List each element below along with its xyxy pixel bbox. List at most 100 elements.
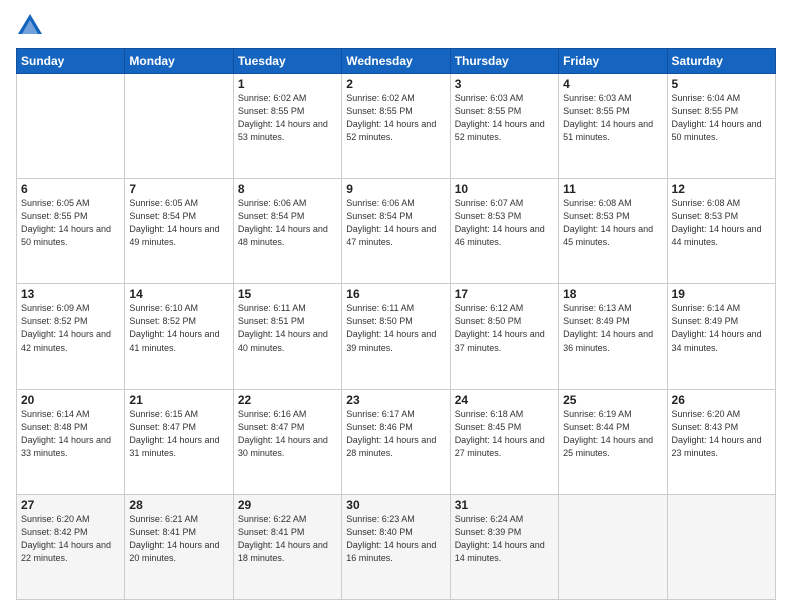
calendar-cell: 25Sunrise: 6:19 AMSunset: 8:44 PMDayligh… (559, 389, 667, 494)
day-number: 10 (455, 182, 554, 196)
day-info: Sunrise: 6:02 AMSunset: 8:55 PMDaylight:… (346, 92, 445, 144)
day-number: 16 (346, 287, 445, 301)
day-number: 17 (455, 287, 554, 301)
calendar-cell: 24Sunrise: 6:18 AMSunset: 8:45 PMDayligh… (450, 389, 558, 494)
day-number: 5 (672, 77, 771, 91)
logo (16, 12, 48, 40)
calendar-cell: 1Sunrise: 6:02 AMSunset: 8:55 PMDaylight… (233, 74, 341, 179)
day-info: Sunrise: 6:08 AMSunset: 8:53 PMDaylight:… (672, 197, 771, 249)
day-number: 22 (238, 393, 337, 407)
day-number: 15 (238, 287, 337, 301)
day-info: Sunrise: 6:13 AMSunset: 8:49 PMDaylight:… (563, 302, 662, 354)
day-info: Sunrise: 6:22 AMSunset: 8:41 PMDaylight:… (238, 513, 337, 565)
calendar-table: SundayMondayTuesdayWednesdayThursdayFrid… (16, 48, 776, 600)
week-row-4: 20Sunrise: 6:14 AMSunset: 8:48 PMDayligh… (17, 389, 776, 494)
day-info: Sunrise: 6:19 AMSunset: 8:44 PMDaylight:… (563, 408, 662, 460)
calendar-cell: 13Sunrise: 6:09 AMSunset: 8:52 PMDayligh… (17, 284, 125, 389)
day-info: Sunrise: 6:20 AMSunset: 8:42 PMDaylight:… (21, 513, 120, 565)
calendar-cell: 20Sunrise: 6:14 AMSunset: 8:48 PMDayligh… (17, 389, 125, 494)
weekday-header-row: SundayMondayTuesdayWednesdayThursdayFrid… (17, 49, 776, 74)
calendar-cell: 6Sunrise: 6:05 AMSunset: 8:55 PMDaylight… (17, 179, 125, 284)
day-number: 23 (346, 393, 445, 407)
day-number: 21 (129, 393, 228, 407)
calendar-cell: 18Sunrise: 6:13 AMSunset: 8:49 PMDayligh… (559, 284, 667, 389)
day-info: Sunrise: 6:03 AMSunset: 8:55 PMDaylight:… (455, 92, 554, 144)
week-row-5: 27Sunrise: 6:20 AMSunset: 8:42 PMDayligh… (17, 494, 776, 599)
calendar-cell: 11Sunrise: 6:08 AMSunset: 8:53 PMDayligh… (559, 179, 667, 284)
calendar-cell (17, 74, 125, 179)
calendar-cell: 23Sunrise: 6:17 AMSunset: 8:46 PMDayligh… (342, 389, 450, 494)
day-number: 13 (21, 287, 120, 301)
calendar-cell: 17Sunrise: 6:12 AMSunset: 8:50 PMDayligh… (450, 284, 558, 389)
calendar-cell: 8Sunrise: 6:06 AMSunset: 8:54 PMDaylight… (233, 179, 341, 284)
weekday-header-monday: Monday (125, 49, 233, 74)
day-info: Sunrise: 6:23 AMSunset: 8:40 PMDaylight:… (346, 513, 445, 565)
day-info: Sunrise: 6:06 AMSunset: 8:54 PMDaylight:… (346, 197, 445, 249)
day-number: 1 (238, 77, 337, 91)
header (16, 12, 776, 40)
day-number: 29 (238, 498, 337, 512)
calendar-cell: 15Sunrise: 6:11 AMSunset: 8:51 PMDayligh… (233, 284, 341, 389)
day-number: 31 (455, 498, 554, 512)
calendar-cell: 31Sunrise: 6:24 AMSunset: 8:39 PMDayligh… (450, 494, 558, 599)
day-info: Sunrise: 6:08 AMSunset: 8:53 PMDaylight:… (563, 197, 662, 249)
day-number: 25 (563, 393, 662, 407)
calendar-cell: 30Sunrise: 6:23 AMSunset: 8:40 PMDayligh… (342, 494, 450, 599)
week-row-1: 1Sunrise: 6:02 AMSunset: 8:55 PMDaylight… (17, 74, 776, 179)
day-number: 27 (21, 498, 120, 512)
weekday-header-friday: Friday (559, 49, 667, 74)
day-info: Sunrise: 6:14 AMSunset: 8:49 PMDaylight:… (672, 302, 771, 354)
day-number: 12 (672, 182, 771, 196)
day-number: 28 (129, 498, 228, 512)
calendar-cell (125, 74, 233, 179)
calendar-cell: 19Sunrise: 6:14 AMSunset: 8:49 PMDayligh… (667, 284, 775, 389)
day-number: 3 (455, 77, 554, 91)
weekday-header-sunday: Sunday (17, 49, 125, 74)
day-number: 6 (21, 182, 120, 196)
week-row-3: 13Sunrise: 6:09 AMSunset: 8:52 PMDayligh… (17, 284, 776, 389)
day-number: 9 (346, 182, 445, 196)
day-number: 18 (563, 287, 662, 301)
day-info: Sunrise: 6:18 AMSunset: 8:45 PMDaylight:… (455, 408, 554, 460)
calendar-cell: 29Sunrise: 6:22 AMSunset: 8:41 PMDayligh… (233, 494, 341, 599)
calendar-cell (667, 494, 775, 599)
day-info: Sunrise: 6:09 AMSunset: 8:52 PMDaylight:… (21, 302, 120, 354)
day-info: Sunrise: 6:05 AMSunset: 8:54 PMDaylight:… (129, 197, 228, 249)
day-number: 8 (238, 182, 337, 196)
day-info: Sunrise: 6:06 AMSunset: 8:54 PMDaylight:… (238, 197, 337, 249)
day-info: Sunrise: 6:16 AMSunset: 8:47 PMDaylight:… (238, 408, 337, 460)
day-number: 26 (672, 393, 771, 407)
day-info: Sunrise: 6:12 AMSunset: 8:50 PMDaylight:… (455, 302, 554, 354)
page: SundayMondayTuesdayWednesdayThursdayFrid… (0, 0, 792, 612)
calendar-cell: 10Sunrise: 6:07 AMSunset: 8:53 PMDayligh… (450, 179, 558, 284)
day-info: Sunrise: 6:15 AMSunset: 8:47 PMDaylight:… (129, 408, 228, 460)
day-number: 14 (129, 287, 228, 301)
day-number: 2 (346, 77, 445, 91)
calendar-cell: 12Sunrise: 6:08 AMSunset: 8:53 PMDayligh… (667, 179, 775, 284)
weekday-header-thursday: Thursday (450, 49, 558, 74)
day-info: Sunrise: 6:05 AMSunset: 8:55 PMDaylight:… (21, 197, 120, 249)
calendar-cell (559, 494, 667, 599)
calendar-cell: 9Sunrise: 6:06 AMSunset: 8:54 PMDaylight… (342, 179, 450, 284)
day-number: 24 (455, 393, 554, 407)
calendar-cell: 16Sunrise: 6:11 AMSunset: 8:50 PMDayligh… (342, 284, 450, 389)
calendar-cell: 2Sunrise: 6:02 AMSunset: 8:55 PMDaylight… (342, 74, 450, 179)
day-number: 30 (346, 498, 445, 512)
day-info: Sunrise: 6:02 AMSunset: 8:55 PMDaylight:… (238, 92, 337, 144)
day-info: Sunrise: 6:24 AMSunset: 8:39 PMDaylight:… (455, 513, 554, 565)
day-info: Sunrise: 6:11 AMSunset: 8:51 PMDaylight:… (238, 302, 337, 354)
calendar-cell: 22Sunrise: 6:16 AMSunset: 8:47 PMDayligh… (233, 389, 341, 494)
calendar-cell: 21Sunrise: 6:15 AMSunset: 8:47 PMDayligh… (125, 389, 233, 494)
calendar-cell: 4Sunrise: 6:03 AMSunset: 8:55 PMDaylight… (559, 74, 667, 179)
day-info: Sunrise: 6:17 AMSunset: 8:46 PMDaylight:… (346, 408, 445, 460)
day-info: Sunrise: 6:11 AMSunset: 8:50 PMDaylight:… (346, 302, 445, 354)
day-info: Sunrise: 6:21 AMSunset: 8:41 PMDaylight:… (129, 513, 228, 565)
day-info: Sunrise: 6:10 AMSunset: 8:52 PMDaylight:… (129, 302, 228, 354)
calendar-cell: 26Sunrise: 6:20 AMSunset: 8:43 PMDayligh… (667, 389, 775, 494)
calendar-cell: 27Sunrise: 6:20 AMSunset: 8:42 PMDayligh… (17, 494, 125, 599)
day-info: Sunrise: 6:20 AMSunset: 8:43 PMDaylight:… (672, 408, 771, 460)
day-number: 19 (672, 287, 771, 301)
day-number: 4 (563, 77, 662, 91)
day-number: 20 (21, 393, 120, 407)
day-info: Sunrise: 6:14 AMSunset: 8:48 PMDaylight:… (21, 408, 120, 460)
